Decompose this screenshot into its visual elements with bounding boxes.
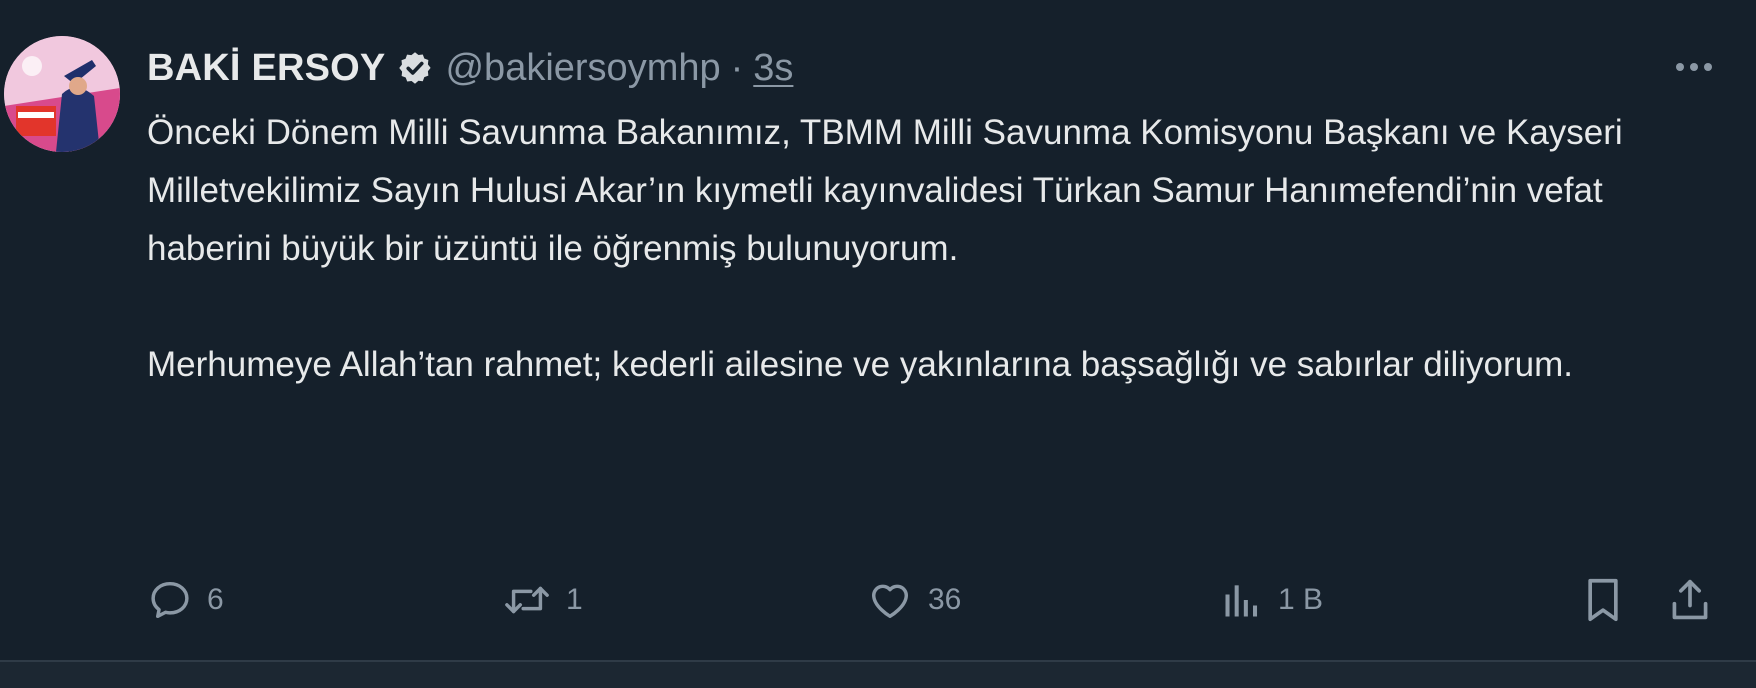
- avatar[interactable]: [4, 36, 120, 152]
- reply-button[interactable]: 6: [147, 570, 224, 630]
- heart-icon: [866, 577, 914, 623]
- tweet-paragraph: Önceki Dönem Milli Savunma Bakanımız, TB…: [147, 113, 1623, 268]
- reply-icon: [147, 577, 193, 623]
- separator: ·: [730, 46, 744, 89]
- tweet-text: Önceki Dönem Milli Savunma Bakanımız, TB…: [147, 104, 1707, 394]
- bookmark-button[interactable]: [1581, 570, 1625, 630]
- retweet-icon: [502, 577, 552, 623]
- analytics-icon: [1220, 577, 1264, 623]
- divider: [0, 660, 1756, 688]
- like-count: 36: [928, 583, 962, 616]
- bookmark-icon: [1581, 575, 1625, 625]
- views-button[interactable]: 1 B: [1220, 570, 1323, 630]
- like-button[interactable]: 36: [866, 570, 961, 630]
- tweet-card[interactable]: BAKİ ERSOY @bakiersoymhp · 3s Önceki Dön…: [0, 0, 1756, 660]
- views-count: 1 B: [1278, 583, 1324, 616]
- tweet-paragraph: Merhumeye Allah’tan rahmet; kederli aile…: [147, 345, 1573, 384]
- tweet-actions: 6 1 36 1 B: [0, 570, 1756, 630]
- share-icon: [1668, 575, 1712, 625]
- timestamp[interactable]: 3s: [753, 47, 793, 90]
- author-name[interactable]: BAKİ ERSOY: [147, 47, 385, 90]
- retweet-count: 1: [566, 583, 583, 616]
- author-handle[interactable]: @bakiersoymhp: [445, 47, 720, 90]
- tweet-header: BAKİ ERSOY @bakiersoymhp · 3s: [147, 40, 793, 96]
- verified-badge-icon: [397, 50, 433, 86]
- share-button[interactable]: [1668, 570, 1712, 630]
- retweet-button[interactable]: 1: [502, 570, 583, 630]
- reply-count: 6: [207, 583, 224, 616]
- more-options-icon[interactable]: [1664, 52, 1724, 82]
